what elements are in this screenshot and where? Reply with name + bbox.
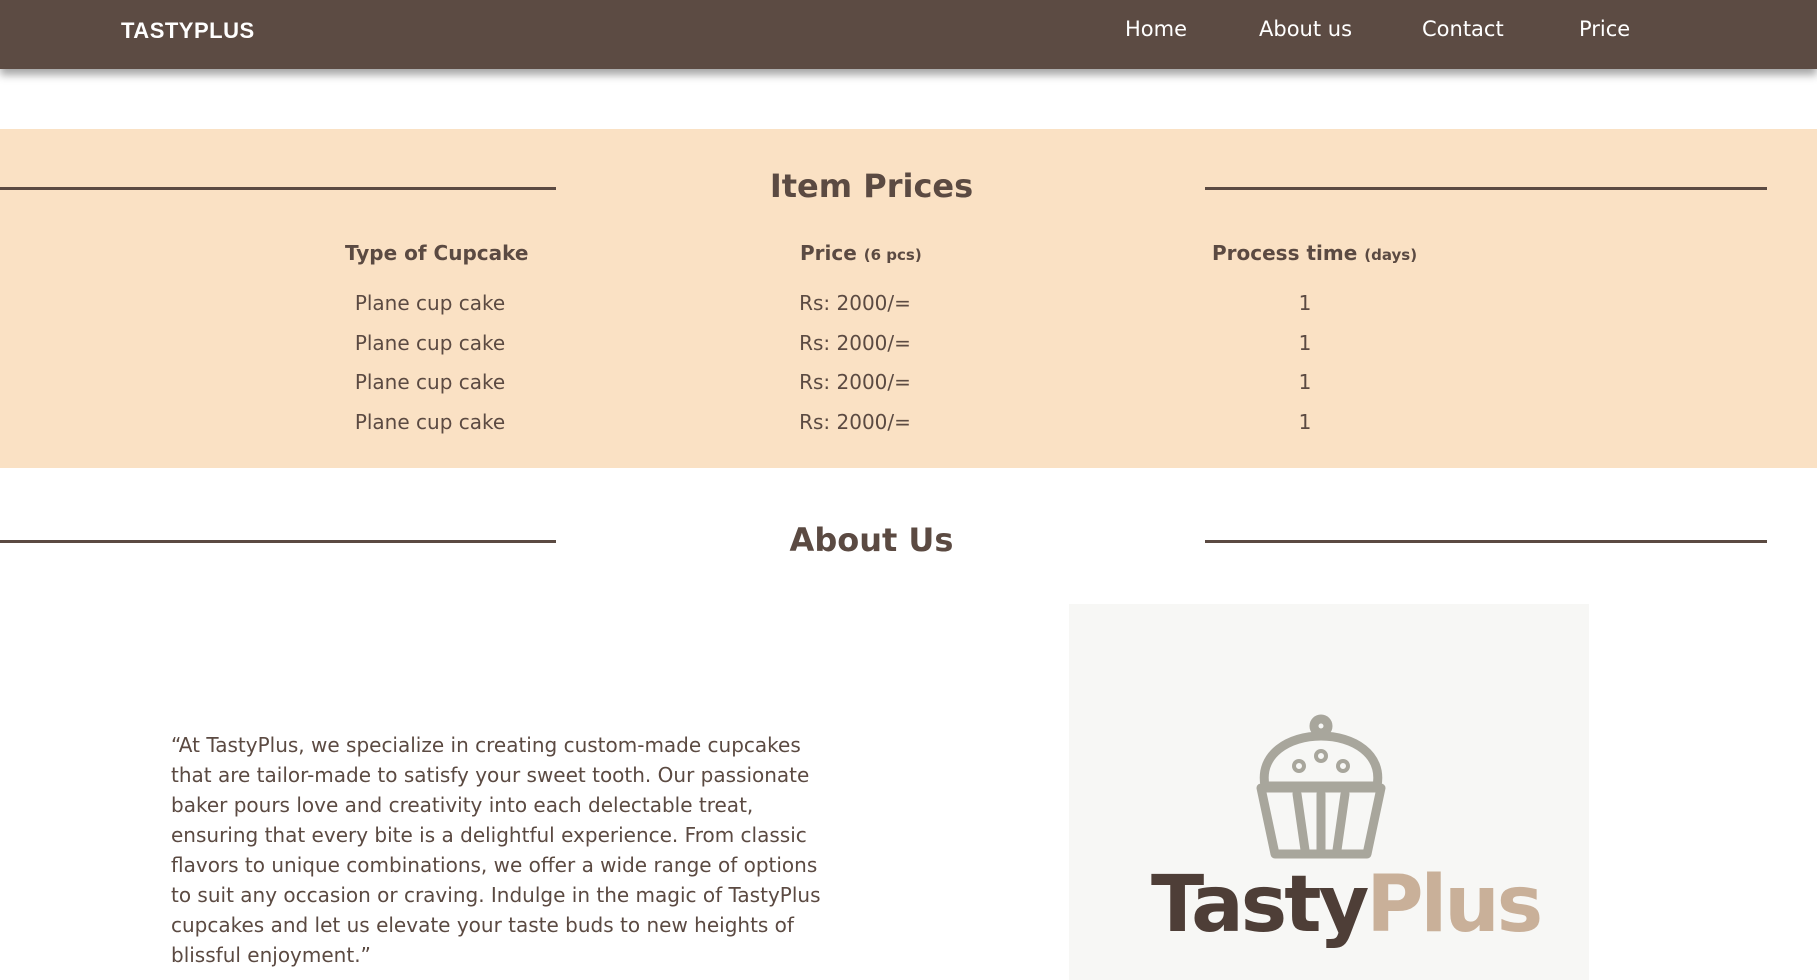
cell-type: Plane cup cake xyxy=(354,370,506,394)
cell-type: Plane cup cake xyxy=(354,291,506,315)
cell-price: Rs: 2000/= xyxy=(799,410,911,434)
nav-link-about-us[interactable]: About us xyxy=(1259,17,1352,41)
brand-logo-text[interactable]: TASTYPLUS xyxy=(121,18,255,44)
cell-type: Plane cup cake xyxy=(354,410,506,434)
cell-price: Rs: 2000/= xyxy=(799,331,911,355)
column-header-type-label: Type of Cupcake xyxy=(345,241,529,265)
item-prices-title: Item Prices xyxy=(769,167,974,205)
logo-wordmark: TastyPlus xyxy=(1151,860,1543,950)
logo-word-tasty: Tasty xyxy=(1151,860,1369,950)
cell-price: Rs: 2000/= xyxy=(799,291,911,315)
cell-price: Rs: 2000/= xyxy=(799,370,911,394)
nav-link-price[interactable]: Price xyxy=(1579,17,1630,41)
nav-link-contact[interactable]: Contact xyxy=(1422,17,1504,41)
column-header-type: Type of Cupcake xyxy=(345,241,528,265)
tastyplus-logo-image: TastyPlus xyxy=(1069,604,1589,980)
column-header-time-label: Process time xyxy=(1212,241,1358,265)
cell-process-time: 1 xyxy=(1298,410,1312,434)
cell-process-time: 1 xyxy=(1298,370,1312,394)
logo-word-plus: Plus xyxy=(1366,860,1543,950)
column-header-process-time: Process time (days) xyxy=(1212,241,1417,265)
about-paragraph: “At TastyPlus, we specialize in creating… xyxy=(171,733,821,967)
nav-link-home[interactable]: Home xyxy=(1125,17,1187,41)
about-us-title: About Us xyxy=(789,521,954,559)
column-header-time-note: (days) xyxy=(1364,246,1418,264)
cupcake-icon xyxy=(1256,714,1386,859)
column-header-price-note: (6 pcs) xyxy=(863,246,922,264)
column-header-price-label: Price xyxy=(800,241,857,265)
top-navbar: TASTYPLUS Home About us Contact Price xyxy=(0,0,1817,69)
cell-process-time: 1 xyxy=(1298,291,1312,315)
item-prices-section: Item Prices Type of Cupcake Price (6 pcs… xyxy=(0,129,1817,468)
column-header-price: Price (6 pcs) xyxy=(800,241,922,265)
cell-process-time: 1 xyxy=(1298,331,1312,355)
cell-type: Plane cup cake xyxy=(354,331,506,355)
